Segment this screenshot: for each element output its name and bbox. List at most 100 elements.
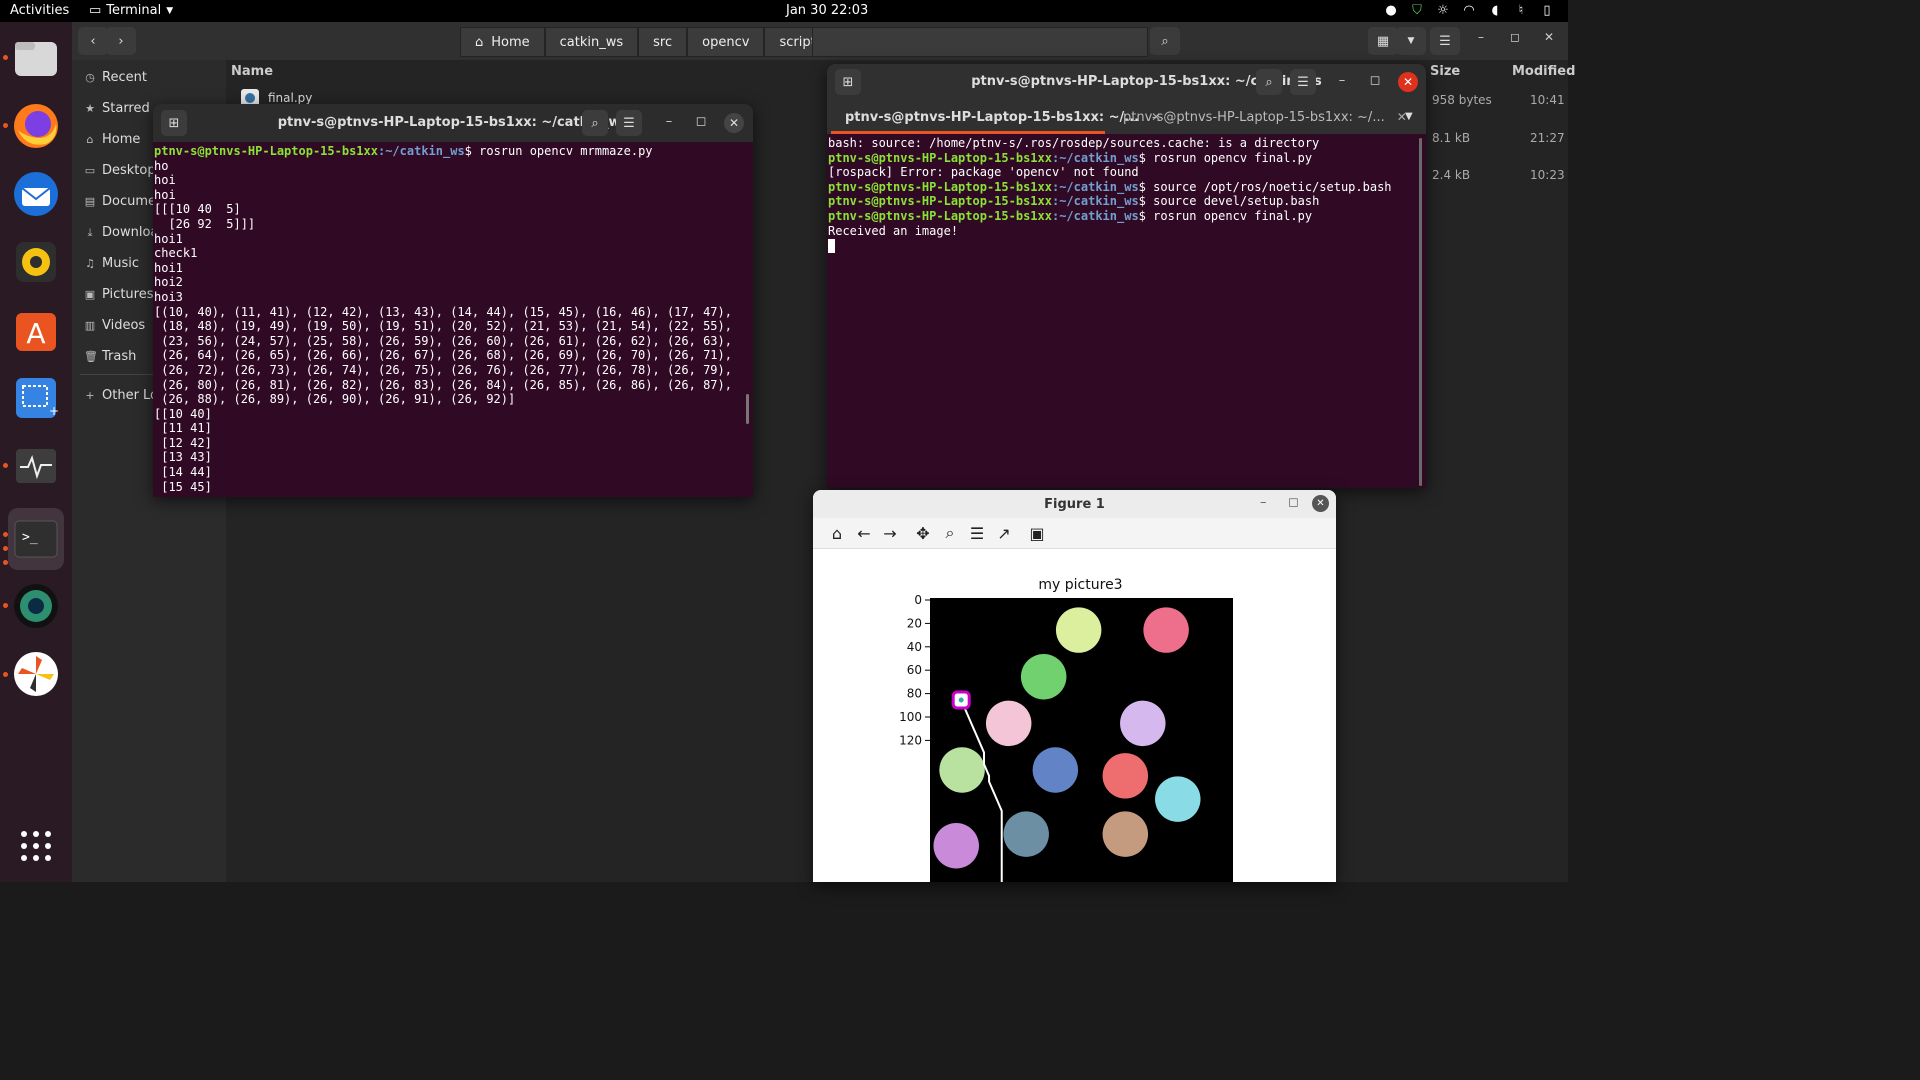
sidebar-item-recent[interactable]: ◷ Recent	[84, 70, 147, 85]
system-tray[interactable]: ● ⛉ ☼ ◠ ◖ ♮ ▯	[1384, 3, 1554, 18]
chevron-left-icon: ‹	[90, 33, 96, 49]
sidebar-item-starred[interactable]: ★ Starred	[84, 101, 150, 116]
scrollbar[interactable]	[746, 394, 749, 424]
pinwheel-app[interactable]	[8, 646, 64, 702]
breadcrumb-src[interactable]: src	[638, 27, 688, 57]
minimize-button[interactable]: –	[659, 114, 679, 129]
trash-icon: 🗑	[84, 350, 98, 363]
search-icon: ⌕	[591, 115, 599, 131]
view-toggle-button[interactable]: ▦	[1368, 27, 1398, 55]
sidebar-item-trash[interactable]: 🗑 Trash	[84, 349, 136, 364]
prompt-path: :~/catkin_ws	[1051, 150, 1139, 165]
search-button[interactable]: ⌕	[582, 110, 608, 136]
terminal-window-left[interactable]: ⊞ ptnv-s@ptnvs-HP-Laptop-15-bs1xx: ~/cat…	[153, 104, 753, 497]
sidebar-item-desktop[interactable]: ▭ Desktop	[84, 163, 156, 178]
tab-2[interactable]: ptnv-s@ptnvs-HP-Laptop-15-bs1xx: ~/... ✕	[1123, 104, 1407, 130]
obstacle-circle-7	[1102, 753, 1149, 799]
sidebar-item-music[interactable]: ♫ Music	[84, 256, 139, 271]
chevron-down-icon: ▼	[1407, 36, 1415, 46]
column-size-header[interactable]: Size	[1430, 64, 1460, 79]
y-tick-label: 20	[907, 616, 922, 630]
desktop-icon: ▭	[84, 164, 96, 177]
camera-app[interactable]	[8, 578, 64, 634]
files-app[interactable]	[8, 30, 64, 86]
notification-icon: ●	[1385, 3, 1397, 18]
search-icon: ⌕	[1161, 33, 1169, 49]
screenshot-app[interactable]: +	[8, 370, 64, 426]
column-name-header[interactable]: Name	[231, 64, 273, 79]
terminal-app-icon: ▭	[89, 3, 102, 18]
obstacle-circle-4	[1120, 700, 1166, 747]
program-output: ho hoi hoi [[[10 40 5] [26 92 5]]] hoi1 …	[154, 158, 732, 494]
back-button[interactable]: ‹	[78, 27, 108, 55]
image-plot[interactable]: 0 20 40 60 80 100 120	[813, 490, 1336, 882]
prompt-path: :~/catkin_ws	[1051, 194, 1139, 209]
tab-1[interactable]: ptnv-s@ptnvs-HP-Laptop-15-bs1xx: ~/... ✕	[845, 104, 1161, 130]
app-menu[interactable]: ▭ Terminal ▼	[89, 3, 173, 18]
active-tab-indicator	[831, 131, 1105, 134]
maximize-button[interactable]: ◻	[691, 114, 711, 129]
system-monitor-icon	[16, 449, 56, 483]
main-menu-button[interactable]: ☰	[1430, 27, 1460, 55]
thunderbird-app[interactable]	[8, 166, 64, 222]
scrollbar[interactable]	[1419, 138, 1422, 486]
breadcrumb-opencv[interactable]: opencv	[687, 27, 765, 57]
search-icon: ⌕	[1265, 74, 1273, 90]
search-button[interactable]: ⌕	[1150, 27, 1180, 55]
new-tab-button[interactable]: ⊞	[835, 69, 861, 95]
y-tick-label: 0	[914, 593, 922, 607]
terminal-titlebar[interactable]: ⊞ ptnv-s@ptnvs-HP-Laptop-15-bs1xx: ~/cat…	[827, 64, 1426, 134]
close-button[interactable]: ✕	[1398, 72, 1418, 92]
figure-window[interactable]: Figure 1 – ◻ ✕ ⌂ ← → ✥ ⌕ ☰ ↗ ▣ my pictur…	[813, 490, 1336, 882]
view-options-button[interactable]: ▼	[1396, 27, 1426, 55]
new-tab-icon: ⊞	[842, 74, 854, 90]
sidebar-item-pictures[interactable]: ▣ Pictures	[84, 287, 154, 302]
system-monitor-app[interactable]	[8, 438, 64, 494]
svg-text:>_: >_	[22, 530, 38, 545]
menu-button[interactable]: ☰	[616, 110, 642, 136]
close-button[interactable]: ✕	[1544, 30, 1554, 44]
sidebar-item-label: Desktop	[102, 163, 156, 178]
files-headerbar: ‹ › ⌂Home catkin_ws src opencv scripts▼ …	[72, 22, 1568, 60]
breadcrumb-catkin-ws[interactable]: catkin_ws	[544, 27, 639, 57]
column-modified-header[interactable]: Modified	[1512, 64, 1575, 79]
activities-button[interactable]: Activities	[10, 3, 69, 18]
file-modified: 10:23	[1530, 168, 1565, 182]
minimize-button[interactable]: –	[1332, 73, 1352, 88]
obstacle-circle-5	[939, 747, 985, 793]
command-text: $ source /opt/ros/noetic/setup.bash	[1138, 179, 1392, 194]
rhythmbox-app[interactable]	[8, 234, 64, 290]
firefox-icon	[14, 104, 58, 148]
terminal-output[interactable]: bash: source: /home/ptnv-s/.ros/rosdep/s…	[828, 136, 1392, 238]
prompt-user: ptnv-s@ptnvs-HP-Laptop-15-bs1xx	[828, 179, 1052, 194]
sidebar-item-home[interactable]: ⌂ Home	[84, 132, 141, 147]
top-bar: Activities ▭ Terminal ▼ Jan 30 22:03 ● ⛉…	[0, 0, 1568, 22]
terminal-titlebar[interactable]: ⊞ ptnv-s@ptnvs-HP-Laptop-15-bs1xx: ~/cat…	[153, 104, 753, 142]
sidebar-item-label: Trash	[102, 349, 137, 364]
minimize-button[interactable]: –	[1478, 30, 1484, 44]
camera-icon	[14, 584, 58, 628]
obstacle-circle-8	[1155, 776, 1201, 822]
sidebar-item-videos[interactable]: ▥ Videos	[84, 318, 145, 333]
terminal-output[interactable]: ptnv-s@ptnvs-HP-Laptop-15-bs1xx:~/catkin…	[154, 144, 732, 494]
software-app[interactable]: A	[8, 302, 64, 358]
obstacle-circle-10	[1102, 811, 1149, 857]
close-icon: ✕	[728, 116, 740, 130]
forward-button[interactable]: ›	[106, 27, 136, 55]
terminal-window-right[interactable]: ⊞ ptnv-s@ptnvs-HP-Laptop-15-bs1xx: ~/cat…	[827, 64, 1426, 488]
close-button[interactable]: ✕	[724, 113, 744, 133]
clock[interactable]: Jan 30 22:03	[786, 3, 868, 18]
terminal-app[interactable]: >_	[8, 508, 64, 570]
firefox-app[interactable]	[8, 98, 64, 154]
output-line: Received an image!	[828, 223, 959, 238]
breadcrumb-home[interactable]: ⌂ Home	[460, 27, 545, 57]
tab-list-dropdown-icon[interactable]: ▼	[1405, 111, 1413, 122]
show-apps-button[interactable]	[8, 818, 64, 874]
path-bar-filler	[812, 27, 1148, 57]
maximize-button[interactable]: ◻	[1510, 30, 1520, 44]
prompt-user: ptnv-s@ptnvs-HP-Laptop-15-bs1xx	[828, 194, 1052, 209]
maximize-button[interactable]: ◻	[1365, 73, 1385, 88]
menu-button[interactable]: ☰	[1290, 69, 1316, 95]
wifi-icon: ◠	[1463, 3, 1475, 18]
search-button[interactable]: ⌕	[1256, 69, 1282, 95]
